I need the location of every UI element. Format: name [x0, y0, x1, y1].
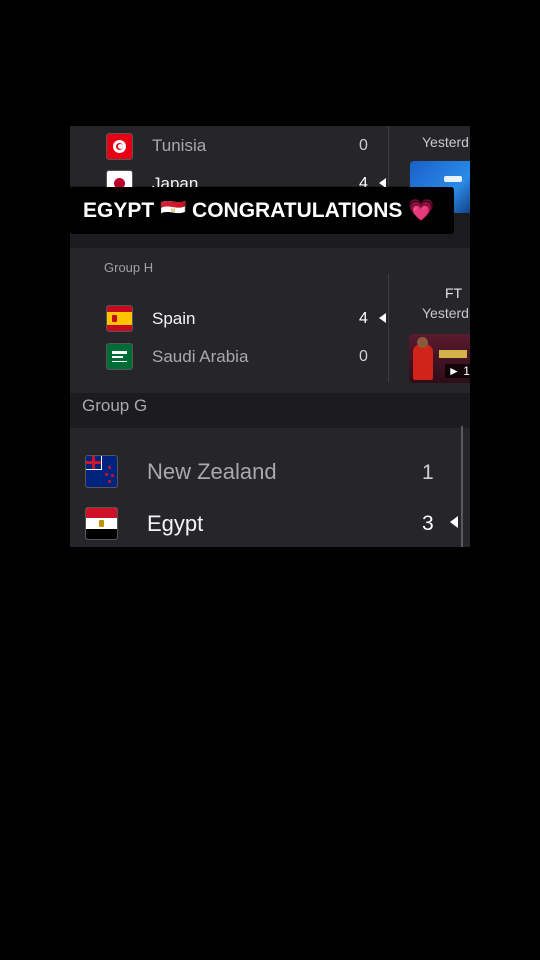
highlight-thumbnail[interactable]: ► 1: — [409, 334, 470, 383]
score-saudi-arabia: 0 — [359, 348, 368, 365]
congratulations-caption: EGYPT 🇪🇬 CONGRATULATIONS 💗 — [70, 187, 454, 234]
group-g-label: Group G — [82, 396, 148, 415]
video-duration: ► 1: — [445, 364, 470, 378]
team-name-spain: Spain — [152, 309, 196, 328]
divider — [388, 126, 389, 186]
score-egypt: 3 — [422, 512, 434, 535]
match-date: Yesterd — [422, 134, 469, 150]
winner-indicator-icon — [450, 516, 458, 528]
winner-indicator-icon — [379, 313, 386, 323]
divider — [388, 274, 389, 382]
score-spain: 4 — [359, 310, 368, 327]
egypt-flag-icon — [85, 507, 118, 540]
team-name-tunisia: Tunisia — [152, 136, 207, 155]
egypt-flag-emoji-icon: 🇪🇬 — [160, 199, 187, 222]
spain-flag-icon — [106, 305, 133, 332]
group-h-label: Group H — [104, 260, 154, 275]
divider — [461, 426, 463, 547]
match-status: FT — [445, 285, 463, 301]
score-new-zealand: 1 — [422, 461, 434, 484]
score-tunisia: 0 — [359, 137, 368, 154]
match-date: Yesterd — [422, 305, 469, 321]
team-name-saudi-arabia: Saudi Arabia — [152, 347, 249, 366]
caption-text-congratulations: CONGRATULATIONS — [192, 199, 403, 222]
tunisia-flag-icon — [106, 133, 133, 160]
new-zealand-flag-icon — [85, 455, 118, 488]
match-card-nz-egypt[interactable] — [70, 428, 470, 547]
saudi-arabia-flag-icon — [106, 343, 133, 370]
team-name-egypt: Egypt — [147, 511, 204, 536]
heart-icon: 💗 — [408, 199, 435, 222]
caption-text-egypt: EGYPT — [83, 199, 155, 222]
team-name-new-zealand: New Zealand — [147, 459, 277, 484]
